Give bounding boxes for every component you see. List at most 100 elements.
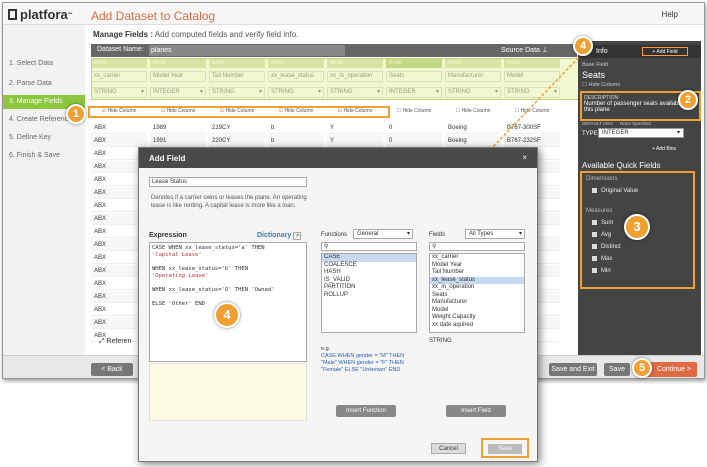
column-name-input[interactable]: Tail Number [209,71,265,82]
chevron-down-icon: ▾ [676,130,680,136]
column-type-select[interactable]: STRING ▾ [209,87,265,98]
step-define-key[interactable]: 5. Define Key [3,131,85,145]
logo-tm: ™ [67,11,73,18]
functions-search-input[interactable]: ⚲ [321,242,417,251]
field-item[interactable]: Tail Number [430,269,524,277]
fields-type-select-value: All Types [469,231,494,237]
field-item[interactable]: Model Year [430,262,524,270]
field-item[interactable]: xx_lease_status [430,276,524,284]
measures-label: Measures [586,208,613,214]
field-name-input[interactable]: Lease Status [149,177,307,187]
dialog-title: Add Field [149,154,186,163]
column-type-select[interactable]: STRING ▾ [268,87,324,98]
add-field-dialog: Add Field × Lease Status Denotes if a ca… [138,147,538,462]
hide-column-label: Hide Column [588,82,621,88]
quick-field-distinct[interactable]: Distinct [592,244,621,250]
field-item[interactable]: Manufacturer [430,299,524,307]
insert-function-button[interactable]: Insert Function [336,405,396,417]
hide-column-checkbox[interactable]: ☑ Hide Column [327,104,383,118]
hide-column-checkbox[interactable]: ☐ Hide Column [445,104,501,118]
cancel-button[interactable]: Cancel [431,443,466,454]
help-link[interactable]: Help [662,10,678,19]
hide-column-checkbox[interactable]: ☐ Hide Column [504,104,560,118]
field-item[interactable]: Seats [430,292,524,300]
column-type-select[interactable]: STRING ▾ [91,87,147,98]
function-item[interactable]: IS_VALID [322,277,416,285]
function-example: e.g. CASE WHEN gender = "M" THEN "Male" … [321,346,416,374]
step-finish-save[interactable]: 6. Finish & Save [3,149,85,163]
hide-column-checkbox[interactable]: ☑ Hide Column [268,104,324,118]
field-description-input[interactable]: Denotes if a carrier owns or leases the … [151,194,321,210]
hide-column-checkbox[interactable]: ☑ Hide Column [91,104,147,118]
functions-list[interactable]: CASE COALESCE HASH IS_VALID PARTITION RO… [321,253,417,333]
column-name-input[interactable]: Seats [386,71,442,82]
close-icon[interactable]: × [522,153,527,162]
expression-line [152,294,304,301]
quick-field-avg[interactable]: Avg [592,232,611,238]
step-select-data[interactable]: 1. Select Data [3,57,85,71]
logo-icon [8,9,17,20]
add-bins-button[interactable]: + Add Bins [652,146,676,152]
column-name-input[interactable]: Model [504,71,560,82]
source-data-button[interactable]: Source Data ⊥ [501,46,548,54]
type-select[interactable]: INTEGER ▾ [598,128,684,138]
column-name-input[interactable]: xx_lease_status [268,71,324,82]
column-name-input[interactable]: xx_carrier [91,71,147,82]
function-item[interactable]: PARTITION [322,284,416,292]
base-tag: BASE [268,58,324,68]
hide-column-checkbox[interactable]: ☑ Hide Column [209,104,265,118]
field-item[interactable]: Model [430,307,524,315]
expression-label: Expression [149,232,187,239]
column-name-input[interactable]: Manufacturer [445,71,501,82]
field-item[interactable]: xx_in_operation [430,284,524,292]
function-item[interactable]: COALESCE [322,262,416,270]
expression-line: 'Capital Lease' [152,252,202,258]
insert-field-button[interactable]: Insert Field [446,405,506,417]
dataset-name-input[interactable] [149,45,345,56]
fields-search-input[interactable]: ⚲ [429,242,525,251]
column-type-select[interactable]: STRING ▾ [327,87,383,98]
function-item[interactable]: HASH [322,269,416,277]
table-cell: b [268,135,324,147]
callout-badge-3: 3 [624,214,650,240]
references-tab[interactable]: ⤢ Referen [99,338,131,346]
field-item[interactable]: xx date aquired [430,322,524,330]
add-field-button[interactable]: + Add Field [642,47,688,56]
table-cell: Boeing [445,122,501,134]
column-type-select[interactable]: STRING ▾ [504,87,560,98]
column-type-select[interactable]: STRING ▾ [445,87,501,98]
quick-field-sum[interactable]: Sum [592,220,613,226]
field-item[interactable]: xx_carrier [430,254,524,262]
dialog-save-button[interactable]: Save [488,444,522,454]
back-button[interactable]: < Back [91,363,133,376]
save-and-exit-button[interactable]: Save and Exit [549,363,597,376]
column-name-input[interactable]: xx_in_operation [327,71,383,82]
quick-field-min[interactable]: Min [592,268,611,274]
table-cell: ABX [91,135,147,147]
field-item[interactable]: Weight Capacity [430,314,524,322]
default-agg-label: DEFAULT AGG [582,121,613,126]
save-button[interactable]: Save [604,363,630,376]
example-text: CASE WHEN gender = "M" THEN "Male" WHEN … [321,353,405,373]
hide-column-label: Hide Column [461,108,491,114]
base-tag: BASE [445,58,501,68]
step-parse-data[interactable]: 2. Parse Data [3,77,85,91]
field-type-label: STRING [429,338,452,344]
fields-list[interactable]: xx_carrier Model Year Tail Number xx_lea… [429,253,525,333]
hide-column-toggle[interactable]: ☐ Hide Column [582,82,620,88]
fields-type-select[interactable]: All Types ▾ [465,229,525,239]
function-item[interactable]: CASE [322,254,416,262]
hide-column-checkbox[interactable]: ☑ Hide Column [150,104,206,118]
callout-badge-4-top: 4 [573,36,593,56]
functions-select[interactable]: General ▾ [353,229,413,239]
function-item[interactable]: ROLLUP [322,292,416,300]
base-tag: BASE [150,58,206,68]
chevron-down-icon: ▾ [553,89,557,95]
column-name-input[interactable]: Model Year [150,71,206,82]
quick-field-max[interactable]: Max [592,256,612,262]
quick-field-original-value[interactable]: Original Value [592,188,638,194]
column-type-select[interactable]: INTEGER ▾ [150,87,206,98]
hide-column-checkbox[interactable]: ☐ Hide Column [386,104,442,118]
column-type-select[interactable]: INTEGER ▾ [386,87,442,98]
dictionary-link[interactable]: Dictionary ↗ [257,232,302,240]
